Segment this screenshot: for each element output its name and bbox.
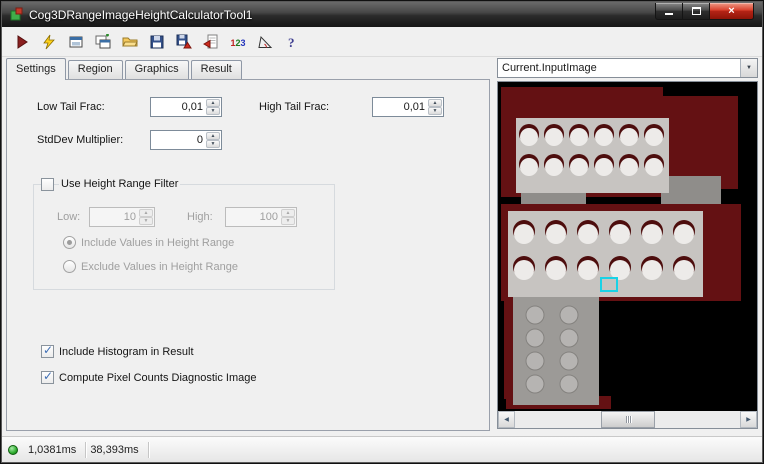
use-height-range-filter-checkbox[interactable]	[41, 178, 54, 191]
range-high-value: 100	[259, 211, 278, 223]
app-icon	[9, 7, 24, 22]
maximize-button[interactable]	[683, 3, 710, 20]
tab-strip: Settings Region Graphics Result	[6, 58, 244, 80]
high-tail-frac-value[interactable]: 0,01	[373, 98, 428, 116]
svg-text:123: 123	[231, 38, 246, 48]
numeric-precision-button[interactable]: 123	[226, 30, 250, 54]
include-values-label: Include Values in Height Range	[81, 237, 235, 249]
range-image-canvas[interactable]	[498, 82, 757, 411]
spin-down-icon[interactable]: ▼	[428, 107, 442, 115]
range-image-display[interactable]: ◀ ▶	[497, 81, 758, 429]
open-folder-icon	[122, 37, 138, 46]
tab-result-label: Result	[200, 63, 232, 75]
window-title: Cog3DRangeImageHeightCalculatorTool1	[29, 7, 253, 22]
save-icon	[150, 35, 164, 48]
open-folder-button[interactable]	[118, 30, 142, 54]
tab-region-label: Region	[77, 63, 113, 75]
scrollbar-thumb[interactable]	[601, 411, 655, 428]
high-tail-frac-input[interactable]: 0,01 ▲ ▼	[372, 97, 444, 117]
chevron-down-icon[interactable]: ▼	[740, 59, 757, 77]
run-icon	[17, 34, 28, 49]
status-led-icon	[8, 444, 18, 455]
range-low-label: Low:	[57, 211, 81, 223]
import-button[interactable]	[199, 30, 223, 54]
close-icon: ×	[728, 5, 735, 17]
show-image-window-icon	[69, 36, 83, 47]
slope-tool-icon	[258, 35, 273, 48]
range-low-value: 10	[123, 211, 136, 223]
tool-edit-window: Cog3DRangeImageHeightCalculatorTool1 × 1…	[0, 0, 764, 464]
spin-up-icon: ▲	[139, 209, 153, 217]
spin-down-icon: ▼	[139, 217, 153, 225]
scroll-right-icon[interactable]: ▶	[740, 411, 757, 428]
stddev-multiplier-label: StdDev Multiplier:	[37, 134, 124, 146]
spin-up-icon: ▲	[281, 209, 295, 217]
tab-region[interactable]: Region	[67, 60, 123, 79]
image-selector-combobox[interactable]: Current.InputImage ▼	[497, 58, 758, 78]
low-tail-frac-value[interactable]: 0,01	[151, 98, 206, 116]
close-button[interactable]: ×	[710, 3, 754, 20]
minimize-icon	[665, 13, 673, 15]
save-image-icon	[176, 34, 192, 48]
scroll-left-icon[interactable]: ◀	[498, 411, 515, 428]
compute-pixel-counts-label[interactable]: Compute Pixel Counts Diagnostic Image	[59, 372, 256, 384]
tab-settings[interactable]: Settings	[6, 58, 66, 80]
save-image-button[interactable]	[172, 30, 196, 54]
horizontal-scrollbar[interactable]: ◀ ▶	[498, 411, 757, 428]
tab-result[interactable]: Result	[190, 60, 242, 79]
status-time-2: 38,393ms	[86, 441, 149, 458]
high-tail-frac-label: High Tail Frac:	[259, 101, 330, 113]
spin-up-icon[interactable]: ▲	[206, 132, 220, 140]
help-button[interactable]: ?	[280, 30, 304, 54]
electric-run-icon	[43, 34, 55, 49]
spin-down-icon: ▼	[281, 217, 295, 225]
settings-tab-page: Low Tail Frac: 0,01 ▲ ▼ High Tail Frac: 0…	[6, 79, 490, 431]
maximize-icon	[691, 7, 701, 15]
title-bar[interactable]: Cog3DRangeImageHeightCalculatorTool1 ×	[2, 2, 762, 27]
status-bar: 1,0381ms 38,393ms	[2, 436, 762, 462]
import-icon	[203, 34, 218, 48]
show-image-window-button[interactable]	[64, 30, 88, 54]
image-selector-value[interactable]: Current.InputImage	[498, 62, 740, 74]
help-icon: ?	[288, 35, 295, 50]
numeric-precision-icon: 123	[231, 38, 246, 48]
spin-up-icon[interactable]: ▲	[428, 99, 442, 107]
low-tail-frac-input[interactable]: 0,01 ▲ ▼	[150, 97, 222, 117]
include-histogram-label[interactable]: Include Histogram in Result	[59, 346, 194, 358]
spin-down-icon[interactable]: ▼	[206, 107, 220, 115]
range-low-input: 10 ▲ ▼	[89, 207, 155, 227]
status-time-1: 1,0381ms	[24, 441, 87, 458]
window-controls: ×	[655, 3, 754, 20]
new-image-window-icon	[95, 33, 111, 48]
exclude-values-radio	[63, 260, 76, 273]
compute-pixel-counts-checkbox[interactable]	[41, 369, 54, 384]
tab-settings-label: Settings	[16, 63, 56, 75]
tab-graphics-label: Graphics	[134, 63, 179, 75]
slope-tool-button[interactable]	[253, 30, 277, 54]
spin-up-icon[interactable]: ▲	[206, 99, 220, 107]
include-values-radio	[63, 236, 76, 249]
minimize-button[interactable]	[655, 3, 683, 20]
electric-run-button[interactable]	[37, 30, 61, 54]
scrollbar-track[interactable]	[515, 411, 740, 428]
spin-down-icon[interactable]: ▼	[206, 140, 220, 148]
new-image-window-button[interactable]	[91, 30, 115, 54]
tab-graphics[interactable]: Graphics	[124, 60, 189, 79]
save-button[interactable]	[145, 30, 169, 54]
range-high-label: High:	[187, 211, 213, 223]
stddev-multiplier-input[interactable]: 0 ▲ ▼	[150, 130, 222, 150]
run-button[interactable]	[10, 30, 34, 54]
use-height-range-filter-label[interactable]: Use Height Range Filter	[59, 178, 181, 190]
toolbar: 123 ?	[2, 27, 762, 57]
stddev-multiplier-value[interactable]: 0	[151, 131, 206, 149]
low-tail-frac-label: Low Tail Frac:	[37, 101, 105, 113]
svg-text:?: ?	[288, 35, 295, 50]
range-high-input: 100 ▲ ▼	[225, 207, 297, 227]
include-histogram-checkbox[interactable]	[41, 343, 54, 358]
exclude-values-label: Exclude Values in Height Range	[81, 261, 238, 273]
